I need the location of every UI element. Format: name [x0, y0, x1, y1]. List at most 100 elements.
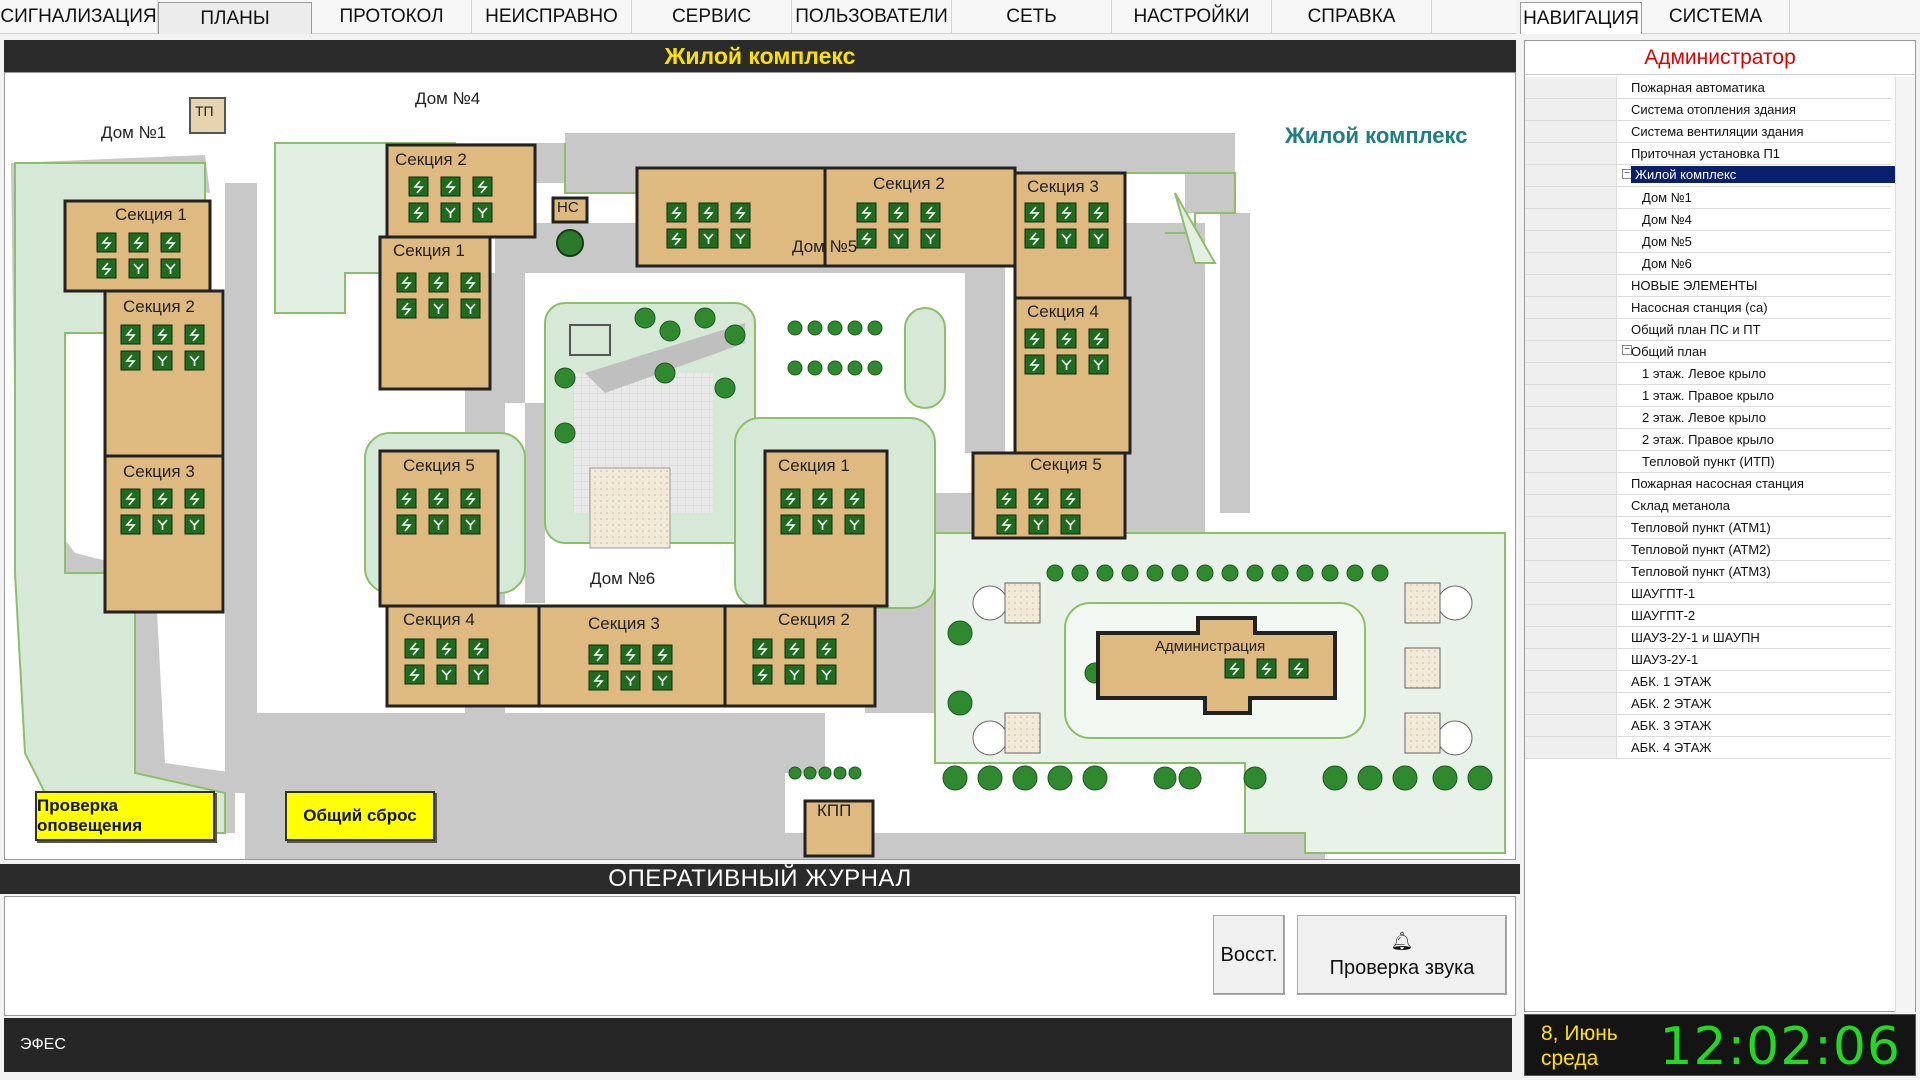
menu-help[interactable]: СПРАВКА: [1272, 0, 1432, 34]
clock-time: 12:02:06: [1659, 1017, 1901, 1077]
tree-row-gutter: [1525, 605, 1617, 626]
nav-tree-item[interactable]: Дом №4: [1525, 209, 1891, 231]
sound-check-label: Проверка звука: [1329, 956, 1475, 979]
tree-row-gutter: [1525, 517, 1617, 538]
tree-row-gutter: [1525, 583, 1617, 604]
nav-tree-item[interactable]: Общий план ПС и ПТ: [1525, 319, 1891, 341]
transformer-substation: [189, 97, 226, 134]
nav-tree-item[interactable]: АБК. 1 ЭТАЖ: [1525, 671, 1891, 693]
tree-row-gutter: [1525, 341, 1617, 362]
site-plan-drawing: [11, 97, 1506, 859]
nav-tree-item[interactable]: Дом №5: [1525, 231, 1891, 253]
nav-tree-item[interactable]: Система отопления здания: [1525, 99, 1891, 121]
tree-row-gutter: [1525, 407, 1617, 428]
tree-row-gutter: [1525, 363, 1617, 384]
nav-tree-item-label: Дом №4: [1642, 212, 1692, 227]
restore-button[interactable]: Восст.: [1213, 915, 1285, 995]
nav-tree-item-label: Пожарная насосная станция: [1631, 476, 1804, 491]
nav-tree-item-label: 2 этаж. Правое крыло: [1642, 432, 1775, 447]
nav-tree-item[interactable]: АБК. 3 ЭТАЖ: [1525, 715, 1891, 737]
nav-tree-item[interactable]: ШАУГПТ-1: [1525, 583, 1891, 605]
tree-row-gutter: [1525, 539, 1617, 560]
nav-tree-item-label: Система вентиляции здания: [1631, 124, 1804, 139]
tree-row-gutter: [1525, 99, 1617, 120]
nav-tree-item[interactable]: Тепловой пункт (ИТП): [1525, 451, 1891, 473]
nav-tree-item-label: АБК. 4 ЭТАЖ: [1631, 740, 1712, 755]
nav-tree-item[interactable]: 2 этаж. Левое крыло: [1525, 407, 1891, 429]
nav-tree-item-label: Дом №1: [1642, 190, 1692, 205]
nav-tree-item-label: АБК. 1 ЭТАЖ: [1631, 674, 1712, 689]
navigation-panel: Администратор Пожарная автоматика Система…: [1524, 40, 1916, 1012]
journal-title: ОПЕРАТИВНЫЙ ЖУРНАЛ: [0, 864, 1520, 894]
tree-row-gutter: [1525, 121, 1617, 142]
nav-tree-item-label: Тепловой пункт (АТМ3): [1631, 564, 1771, 579]
site-plan-map[interactable]: Дом №1 Дом №4 Дом №5 Дом №6 ТП НС КПП Ад…: [4, 72, 1516, 860]
tree-row-gutter: [1525, 77, 1617, 98]
clock-panel: 8, Июнь среда 12:02:06: [1524, 1014, 1916, 1077]
nav-tree-item[interactable]: Склад метанола: [1525, 495, 1891, 517]
menu-settings[interactable]: НАСТРОЙКИ: [1112, 0, 1272, 34]
nav-tree-item[interactable]: Насосная станция (са): [1525, 297, 1891, 319]
sandbox: [589, 467, 671, 549]
menu-faulty[interactable]: НЕИСПРАВНО: [472, 0, 632, 34]
menu-protocol[interactable]: ПРОТОКОЛ: [312, 0, 472, 34]
menu-network[interactable]: СЕТЬ: [952, 0, 1112, 34]
nav-tree-item[interactable]: Тепловой пункт (АТМ2): [1525, 539, 1891, 561]
menu-system[interactable]: СИСТЕМА: [1642, 0, 1790, 34]
nav-tree-item[interactable]: − Жилой комплекс: [1525, 165, 1901, 187]
nav-tree-item-label: Насосная станция (са): [1631, 300, 1768, 315]
nav-tree-item[interactable]: 2 этаж. Правое крыло: [1525, 429, 1891, 451]
journal-log-area[interactable]: Восст. 🔔︎ Проверка звука: [4, 896, 1516, 1016]
clock-date-day: 8, Июнь: [1541, 1022, 1618, 1045]
nav-tree-item[interactable]: − Общий план: [1525, 341, 1891, 363]
nav-tree-item[interactable]: Приточная установка П1: [1525, 143, 1891, 165]
nav-tree-item[interactable]: Пожарная насосная станция: [1525, 473, 1891, 495]
nav-tree-item-label: Склад метанола: [1631, 498, 1730, 513]
nav-tree-item-label: Тепловой пункт (ИТП): [1642, 454, 1775, 469]
nav-tree-item[interactable]: Тепловой пункт (АТМ1): [1525, 517, 1891, 539]
menu-signaling[interactable]: СИГНАЛИЗАЦИЯ: [0, 0, 158, 34]
nav-tree-item[interactable]: 1 этаж. Правое крыло: [1525, 385, 1891, 407]
complex-name-label: Жилой комплекс: [1285, 123, 1468, 148]
tree-scrollbar[interactable]: [1895, 77, 1915, 1012]
nav-tree-item-label: 1 этаж. Левое крыло: [1642, 366, 1766, 381]
tree-row-gutter: [1525, 209, 1617, 230]
clock-date-weekday: среда: [1541, 1047, 1599, 1070]
nav-tree-item-label: НОВЫЕ ЭЛЕМЕНТЫ: [1631, 278, 1758, 293]
navigation-tree: Пожарная автоматика Система отопления зда…: [1525, 77, 1901, 759]
nav-tree-item[interactable]: ШАУЗ-2У-1: [1525, 649, 1891, 671]
nav-tree-item[interactable]: ШАУГПТ-2: [1525, 605, 1891, 627]
nav-tree-item[interactable]: Система вентиляции здания: [1525, 121, 1891, 143]
menu-plans[interactable]: ПЛАНЫ: [158, 2, 312, 34]
nav-tree-item[interactable]: АБК. 4 ЭТАЖ: [1525, 737, 1891, 759]
tree-row-gutter: [1525, 165, 1617, 186]
nav-tree-item-label: 2 этаж. Левое крыло: [1642, 410, 1766, 425]
nav-tree-item[interactable]: Дом №1: [1525, 187, 1891, 209]
nav-tree-item[interactable]: Тепловой пункт (АТМ3): [1525, 561, 1891, 583]
tree-row-gutter: [1525, 561, 1617, 582]
menu-users[interactable]: ПОЛЬЗОВАТЕЛИ: [792, 0, 952, 34]
nav-tree-item-label: Тепловой пункт (АТМ1): [1631, 520, 1771, 535]
sound-check-button[interactable]: 🔔︎ Проверка звука: [1297, 915, 1507, 995]
tree-row-gutter: [1525, 143, 1617, 164]
clock-date: 8, Июнь среда: [1541, 1021, 1618, 1071]
menu-service[interactable]: СЕРВИС: [632, 0, 792, 34]
nav-tree-item[interactable]: Пожарная автоматика: [1525, 77, 1891, 99]
tree-row-gutter: [1525, 473, 1617, 494]
tree-row-gutter: [1525, 385, 1617, 406]
nav-tree-item[interactable]: 1 этаж. Левое крыло: [1525, 363, 1891, 385]
nav-tree-item-label: Тепловой пункт (АТМ2): [1631, 542, 1771, 557]
nav-tree-item[interactable]: НОВЫЕ ЭЛЕМЕНТЫ: [1525, 275, 1891, 297]
tree-row-gutter: [1525, 451, 1617, 472]
tree-row-gutter: [1525, 275, 1617, 296]
check-alert-button[interactable]: Проверка оповещения: [35, 791, 215, 841]
right-menu-bar: НАВИГАЦИЯ СИСТЕМА: [1520, 0, 1920, 34]
nav-tree-item[interactable]: Дом №6: [1525, 253, 1891, 275]
nav-tree-item[interactable]: АБК. 2 ЭТАЖ: [1525, 693, 1891, 715]
map-title: Жилой комплекс: [4, 40, 1516, 72]
nav-tree-item[interactable]: ШАУЗ-2У-1 и ШАУПН: [1525, 627, 1891, 649]
tree-row-gutter: [1525, 253, 1617, 274]
nav-tree-item-label: Общий план: [1631, 344, 1707, 359]
menu-navigation[interactable]: НАВИГАЦИЯ: [1520, 2, 1642, 34]
reset-all-button[interactable]: Общий сброс: [285, 791, 435, 841]
